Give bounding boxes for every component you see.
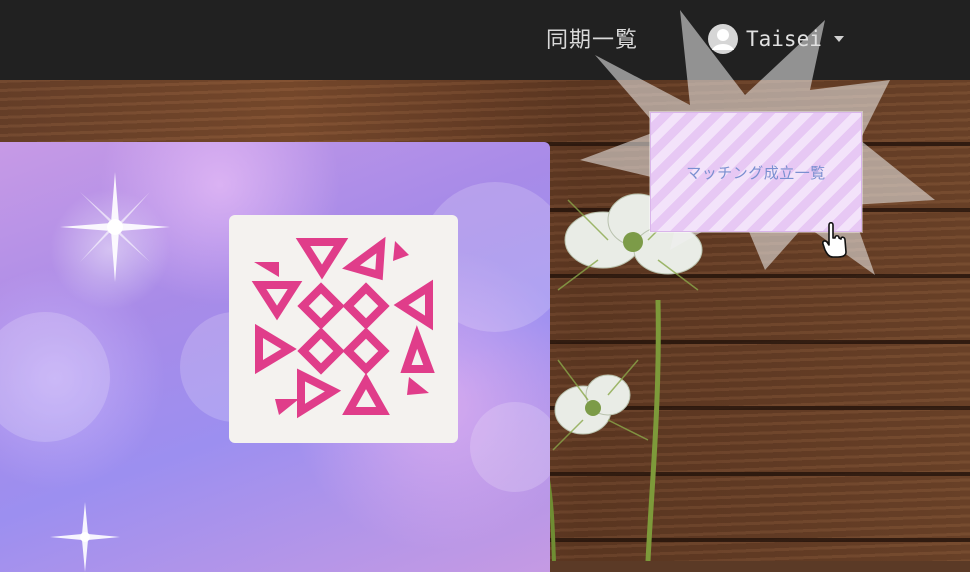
- dropdown-item-matching-list[interactable]: マッチング成立一覧: [650, 112, 862, 232]
- sparkle-icon: [60, 172, 170, 282]
- dropdown-item-label: マッチング成立一覧: [686, 163, 826, 182]
- user-name: Taisei: [746, 27, 822, 51]
- bokeh-light: [470, 402, 550, 492]
- user-menu-toggle[interactable]: Taisei: [708, 24, 844, 54]
- user-avatar-icon: [708, 24, 738, 54]
- hero-card: [0, 142, 550, 572]
- caret-down-icon: [833, 36, 844, 42]
- triangle-diamond-logo-icon: [251, 236, 435, 419]
- logo-box: [229, 215, 458, 443]
- bokeh-light: [0, 312, 110, 442]
- hand-pointer-icon: [822, 222, 847, 258]
- sparkle-icon: [50, 502, 120, 572]
